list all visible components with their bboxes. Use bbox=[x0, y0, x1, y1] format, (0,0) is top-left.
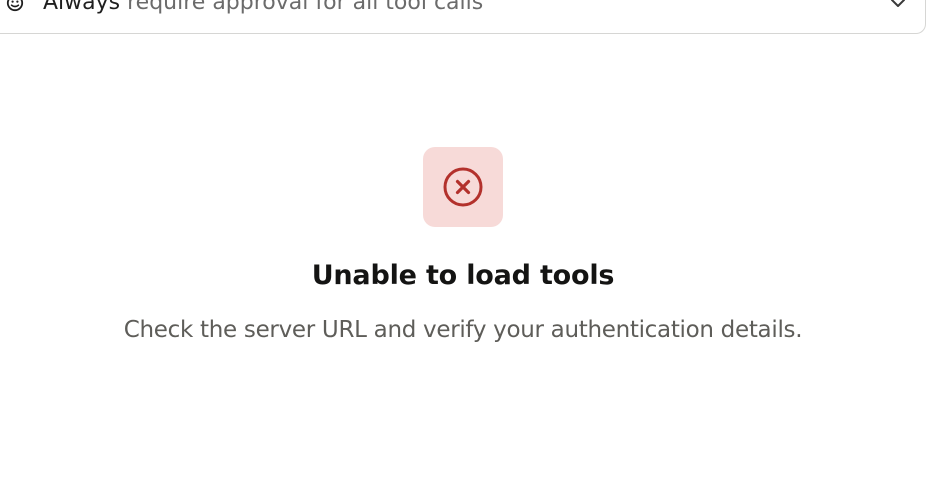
error-title: Unable to load tools bbox=[311, 260, 615, 291]
approval-mode-description: require approval for all tool calls bbox=[120, 0, 484, 15]
tool-approval-select[interactable]: Always require approval for all tool cal… bbox=[0, 0, 926, 34]
tools-error-state: Unable to load tools Check the server UR… bbox=[0, 147, 926, 345]
chevron-down-icon[interactable] bbox=[887, 0, 909, 14]
error-icon-badge bbox=[423, 147, 503, 227]
approval-mode-icon bbox=[6, 0, 24, 12]
error-circle-x-icon bbox=[443, 167, 483, 207]
error-message: Check the server URL and verify your aut… bbox=[123, 317, 803, 343]
approval-mode-label: Always bbox=[43, 0, 121, 15]
approval-select-value: Always require approval for all tool cal… bbox=[43, 0, 483, 17]
